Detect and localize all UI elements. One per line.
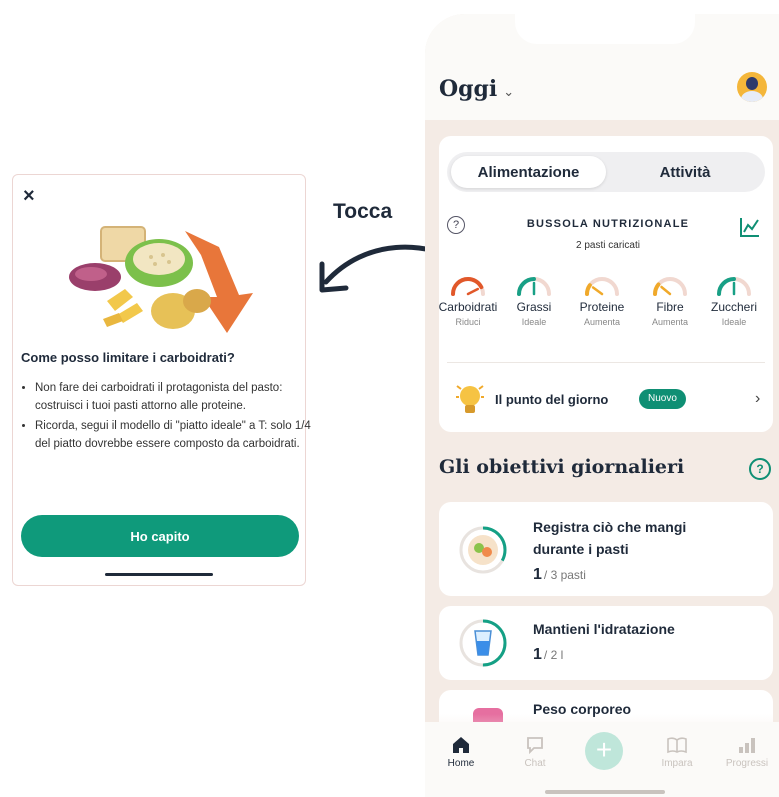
home-indicator [545, 790, 665, 794]
bars-icon [739, 738, 755, 753]
gauge-name: Carboidrati [438, 300, 498, 314]
gauge-3: Fibre Aumenta [635, 272, 705, 327]
goal-card-meals[interactable]: Registra ciò che mangi durante i pasti 1/… [439, 502, 773, 596]
gauge-name: Zuccheri [710, 300, 757, 314]
modal-tip-item: Ricorda, segui il modello di "piatto ide… [35, 417, 313, 453]
tab-label: Home [447, 758, 475, 769]
compass-subtitle: 2 pasti caricati [576, 240, 640, 251]
gauge-2: Proteine Aumenta [567, 272, 637, 327]
divider [447, 362, 765, 363]
avatar[interactable] [737, 72, 767, 102]
gauge-4: Zuccheri Ideale [699, 272, 769, 327]
chevron-right-icon: › [755, 390, 761, 407]
goal-card-hydration[interactable]: Mantieni l'idratazione 1/ 2 l [439, 606, 773, 680]
gauge-status: Riduci [455, 317, 481, 327]
segment-control: Alimentazione Attività [447, 152, 765, 192]
home-indicator [105, 573, 213, 576]
modal-title: Come posso limitare i carboidrati? [21, 350, 235, 365]
compass-title: BUSSOLA NUTRIZIONALE [526, 218, 690, 230]
help-icon[interactable]: ? [447, 216, 465, 234]
tip-of-the-day-row[interactable]: Il punto del giorno Nuovo › [451, 382, 769, 416]
tab-alimentazione[interactable]: Alimentazione [451, 156, 606, 188]
gauge-dial-icon [653, 277, 687, 296]
hydration-progress-ring [459, 619, 507, 667]
day-title: Oggi [439, 76, 498, 102]
goal-progress-text: 1/ 2 l [533, 646, 564, 663]
chat-icon [527, 737, 543, 755]
gauge-status: Ideale [721, 317, 747, 327]
top-bar: Oggi ⌄ [425, 14, 779, 120]
meals-progress-ring [459, 526, 507, 574]
book-icon [667, 737, 687, 754]
day-selector[interactable]: Oggi ⌄ [439, 76, 514, 102]
add-button[interactable]: + [585, 732, 623, 770]
new-badge: Nuovo [639, 389, 686, 409]
gauge-name: Grassi [516, 300, 552, 314]
phone-screen: Oggi ⌄ Alimentazione Attività ? BUSSOLA N… [425, 14, 779, 797]
tab-home[interactable]: Home [431, 732, 491, 769]
carbs-illustration-icon [69, 226, 253, 333]
daily-goals-title: Gli obiettivi giornalieri [439, 456, 685, 478]
tab-learn[interactable]: Impara [647, 732, 707, 769]
gauge-status: Ideale [521, 317, 547, 327]
goal-progress-text: 1/ 3 pasti [533, 566, 586, 583]
gauge-dial-icon [517, 277, 551, 296]
tab-label: Chat [524, 758, 546, 769]
tab-label: Progressi [725, 758, 769, 769]
gauge-status: Aumenta [651, 317, 689, 327]
gauge-1: Grassi Ideale [499, 272, 569, 327]
tab-attivita[interactable]: Attività [609, 156, 761, 188]
goal-title: Registra ciò che mangi durante i pasti [533, 519, 687, 557]
tap-annotation-label: Tocca [333, 200, 393, 223]
gauge-name: Proteine [579, 300, 625, 314]
home-icon [453, 737, 469, 753]
tab-chat[interactable]: Chat [505, 732, 565, 769]
tab-bar: Home Chat + Impara Progressi [425, 722, 779, 797]
modal-tips-list: Non fare dei carboidrati il protagonista… [21, 379, 313, 455]
gauge-dial-icon [585, 277, 619, 296]
gauge-dial-icon [717, 277, 751, 296]
goal-title: Mantieni l'idratazione [533, 621, 675, 637]
trend-chart-icon[interactable] [739, 216, 761, 238]
got-it-button[interactable]: Ho capito [21, 515, 299, 557]
nutrition-compass-card: Alimentazione Attività ? BUSSOLA NUTRIZI… [439, 136, 773, 432]
gauge-status: Aumenta [583, 317, 621, 327]
chevron-down-icon: ⌄ [503, 84, 515, 99]
gauge-0: Carboidrati Riduci [433, 272, 503, 327]
gauge-name: Fibre [656, 300, 684, 314]
tab-progress[interactable]: Progressi [717, 732, 777, 769]
close-button[interactable]: × [23, 185, 35, 208]
tip-modal: × Come posso limitare i carboidrati? Non… [12, 174, 311, 586]
notch [515, 14, 695, 44]
help-icon[interactable]: ? [749, 458, 771, 480]
lightbulb-icon [456, 385, 484, 413]
modal-tip-item: Non fare dei carboidrati il protagonista… [35, 379, 313, 415]
tip-label: Il punto del giorno [495, 392, 609, 407]
gauge-dial-icon [451, 277, 485, 296]
tab-label: Impara [661, 758, 693, 769]
